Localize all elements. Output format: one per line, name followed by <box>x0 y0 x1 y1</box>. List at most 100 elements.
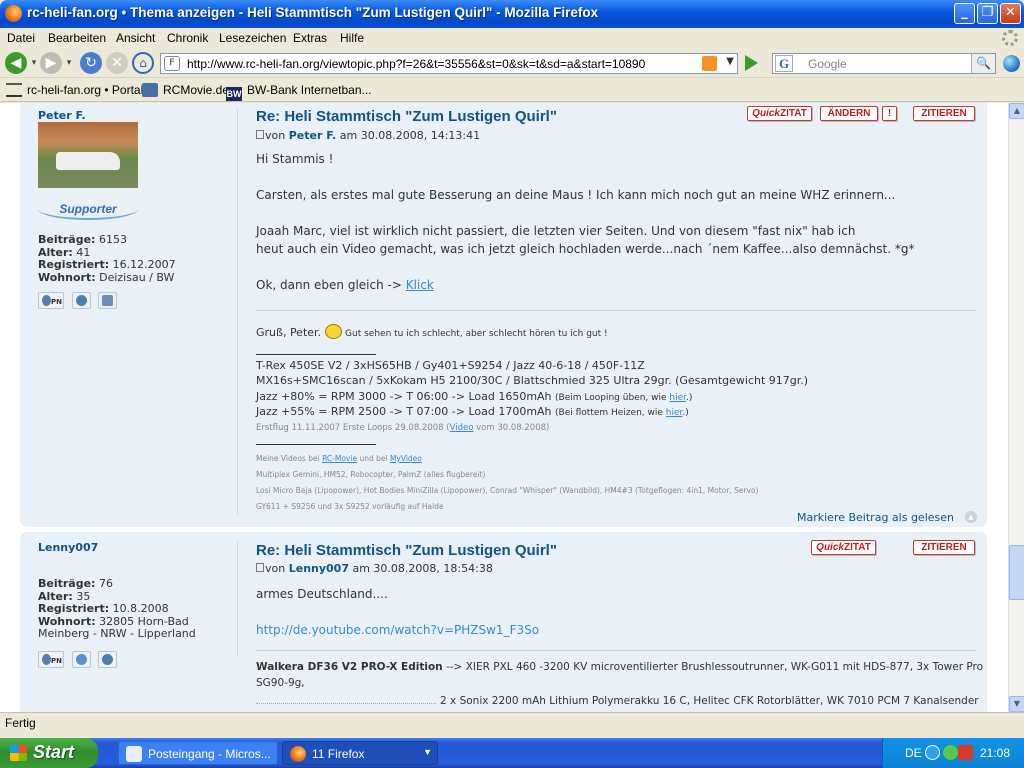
post-title[interactable]: Re: Heli Stammtisch "Zum Lustigen Quirl" <box>256 542 557 559</box>
rc-movie-link[interactable]: RC-Movie <box>322 454 357 463</box>
website-button[interactable] <box>72 292 91 309</box>
address-dropdown-icon[interactable]: ▼ <box>726 56 734 67</box>
network-icon[interactable] <box>943 745 958 760</box>
pm-button[interactable]: PN <box>38 651 64 668</box>
task-outlook[interactable]: Posteingang - Micros... <box>118 741 278 765</box>
menu-hilfe[interactable]: Hilfe <box>340 31 364 45</box>
tray-expand-icon[interactable] <box>925 745 940 760</box>
close-button[interactable]: ✕ <box>1000 3 1021 24</box>
stop-button[interactable]: ✕ <box>106 52 128 74</box>
maximize-button[interactable]: ❐ <box>977 3 998 24</box>
address-url[interactable]: http://www.rc-heli-fan.org/viewtopic.php… <box>187 57 645 71</box>
bookmark-rc-heli-fan[interactable]: rc-heli-fan.org • Portal <box>6 83 143 97</box>
signature-line: Walkera DF36 V2 PRO-X Edition --> XIER P… <box>256 661 984 673</box>
status-bar: Fertig <box>0 712 1024 734</box>
scroll-thumb[interactable] <box>1009 545 1024 600</box>
bookmarks-bar: rc-heli-fan.org • Portal RCMovie.de BW BW… <box>0 79 1024 102</box>
post-text-line: armes Deutschland.... <box>256 587 388 601</box>
rss-feed-icon[interactable] <box>702 56 717 71</box>
report-button[interactable]: ! <box>882 106 897 121</box>
clapper-icon <box>142 83 158 97</box>
myvideo-link[interactable]: MyVideo <box>390 454 422 463</box>
clock[interactable]: 21:08 <box>980 746 1010 760</box>
supporter-badge: Supporter <box>38 198 138 220</box>
menu-extras[interactable]: Extras <box>293 31 327 45</box>
back-dropdown-icon[interactable]: ▾ <box>28 52 40 74</box>
post-byline: von Peter F. am 30.08.2008, 14:13:41 <box>256 129 480 142</box>
window-title: rc-heli-fan.org • Thema anzeigen - Heli … <box>27 5 599 20</box>
vertical-scrollbar[interactable]: ▲ ▼ <box>1008 103 1024 712</box>
website-button[interactable] <box>98 651 117 668</box>
back-to-top-icon[interactable]: ▲ <box>965 511 977 523</box>
search-placeholder[interactable]: Google <box>808 57 847 71</box>
klick-link[interactable]: Klick <box>406 278 434 292</box>
google-engine-icon[interactable]: G <box>775 55 793 72</box>
mark-read-link[interactable]: Markiere Beitrag als gelesen <box>797 511 954 524</box>
task-firefox[interactable]: 11 Firefox ▼ <box>282 741 438 765</box>
bookmark-rcmovie[interactable]: RCMovie.de <box>142 83 229 97</box>
go-button[interactable] <box>745 55 758 71</box>
windows-logo-icon <box>10 745 27 761</box>
post-author-name[interactable]: Lenny007 <box>38 541 238 555</box>
signature-line: SG90-9g, <box>256 677 305 689</box>
youtube-link[interactable]: http://de.youtube.com/watch?v=PHZSw1_F3S… <box>256 623 539 637</box>
post-title[interactable]: Re: Heli Stammtisch "Zum Lustigen Quirl" <box>256 108 557 125</box>
scroll-up-button[interactable]: ▲ <box>1009 103 1024 119</box>
signature-line: 2 x Sonix 2200 mAh Lithium Polymerakku 1… <box>440 695 979 707</box>
post-separator <box>237 542 238 657</box>
title-bar: rc-heli-fan.org • Thema anzeigen - Heli … <box>0 0 1024 28</box>
pm-button[interactable]: PN <box>38 292 64 309</box>
minimize-button[interactable]: _ <box>954 3 975 24</box>
search-magnifier-icon[interactable]: 🔍 <box>971 54 995 73</box>
language-indicator[interactable]: DE <box>905 746 922 760</box>
zitieren-button[interactable]: ZITIEREN <box>913 106 975 121</box>
start-button[interactable]: Start <box>0 738 98 768</box>
post-author-name[interactable]: Peter F. <box>38 109 238 123</box>
hier-link[interactable]: hier <box>669 393 686 403</box>
back-button[interactable]: ◀ <box>5 52 27 74</box>
hier-link[interactable]: hier <box>666 408 683 418</box>
menu-bearbeiten[interactable]: Bearbeiten <box>48 31 106 45</box>
author-stats: Beiträge: 6153 Alter: 41 Registriert: 16… <box>38 233 238 284</box>
signature-small-line: Losi Micro Baja (Lipopower), Hot Bodies … <box>256 486 759 495</box>
firefox-icon <box>290 746 306 762</box>
signature-divider <box>256 650 976 651</box>
profile-panel: Peter F. Supporter Beiträge: 6153 Alter:… <box>38 109 238 309</box>
status-text: Fertig <box>5 716 36 730</box>
forward-button[interactable]: ▶ <box>40 52 62 74</box>
globe-icon[interactable] <box>1003 55 1020 72</box>
reload-button[interactable]: ↻ <box>80 52 102 74</box>
scroll-down-button[interactable]: ▼ <box>1009 696 1024 712</box>
video-link[interactable]: Video <box>450 423 474 433</box>
signature-rule <box>256 354 376 355</box>
menu-ansicht[interactable]: Ansicht <box>116 31 155 45</box>
menu-bar: Datei Bearbeiten Ansicht Chronik Lesezei… <box>0 28 1024 48</box>
bookmark-bw-bank[interactable]: BW BW-Bank Internetban... <box>226 83 372 101</box>
signature-small-line: Meine Videos bei RC-Movie und bei MyVide… <box>256 454 422 463</box>
gallery-button[interactable] <box>98 292 117 309</box>
post-separator <box>237 109 238 514</box>
icq-button[interactable] <box>72 651 91 668</box>
post-text-line: Hi Stammis ! <box>256 152 334 166</box>
task-group-dropdown-icon: ▼ <box>423 747 432 757</box>
signature-greeting: Gruß, Peter. Gut sehen tu ich schlecht, … <box>256 324 608 339</box>
address-bar[interactable]: F http://www.rc-heli-fan.org/viewtopic.p… <box>160 53 738 74</box>
post-byline: von Lenny007 am 30.08.2008, 18:54:38 <box>256 562 493 575</box>
post-text-line: Joaah Marc, viel ist wirklich nicht pass… <box>256 224 856 238</box>
quick-zitat-button[interactable]: QuickZITAT <box>811 540 876 555</box>
aendern-button[interactable]: ÄNDERN <box>820 106 878 121</box>
smiley-icon <box>324 324 342 339</box>
byline-author[interactable]: Lenny007 <box>289 562 349 575</box>
heli-icon <box>6 83 22 97</box>
security-icon[interactable] <box>958 745 973 760</box>
byline-author[interactable]: Peter F. <box>289 129 337 142</box>
menu-chronik[interactable]: Chronik <box>167 31 208 45</box>
forward-dropdown-icon[interactable]: ▾ <box>63 52 75 74</box>
menu-lesezeichen[interactable]: Lesezeichen <box>219 31 286 45</box>
search-box[interactable]: G Google 🔍 <box>772 53 996 74</box>
browser-window: rc-heli-fan.org • Thema anzeigen - Heli … <box>0 0 1024 740</box>
zitieren-button[interactable]: ZITIEREN <box>913 540 975 555</box>
quick-zitat-button[interactable]: QuickZITAT <box>747 106 812 121</box>
menu-datei[interactable]: Datei <box>7 31 35 45</box>
home-button[interactable]: ⌂ <box>132 52 154 74</box>
